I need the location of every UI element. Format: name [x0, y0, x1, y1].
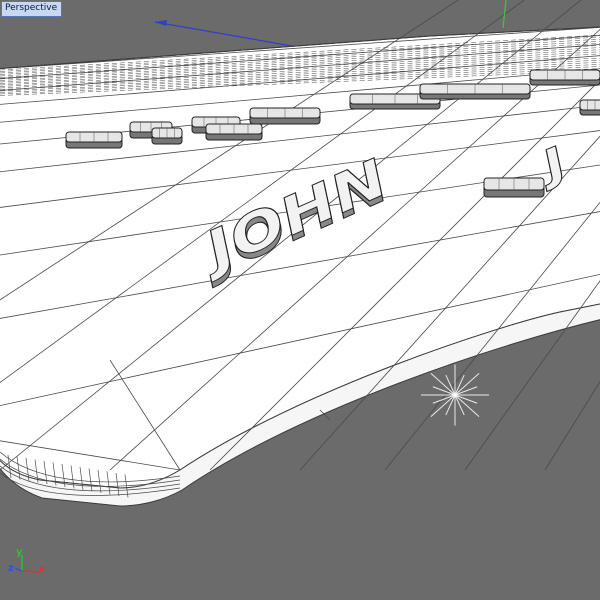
- raised-letter-9: [529, 69, 600, 86]
- raised-letter-5: [205, 123, 263, 141]
- axis-gizmo-x-label: x: [38, 564, 45, 575]
- omni-light-icon[interactable]: [421, 364, 489, 426]
- raised-letter-10: [579, 99, 600, 116]
- raised-letter-8: [419, 83, 531, 100]
- viewport-label[interactable]: Perspective: [1, 1, 63, 17]
- raised-letter-right-1: [483, 177, 545, 198]
- scene-canvas[interactable]: JOHNJOHN J: [0, 0, 600, 600]
- perspective-viewport[interactable]: JOHN JOHN J Perspective x y z: [0, 0, 600, 600]
- raised-letter-6: [249, 107, 321, 125]
- axis-gizmo-z-label: z: [8, 563, 14, 574]
- raised-letter-3: [151, 127, 183, 145]
- raised-letter-1: [65, 131, 123, 149]
- axis-gizmo-y-label: y: [16, 547, 23, 558]
